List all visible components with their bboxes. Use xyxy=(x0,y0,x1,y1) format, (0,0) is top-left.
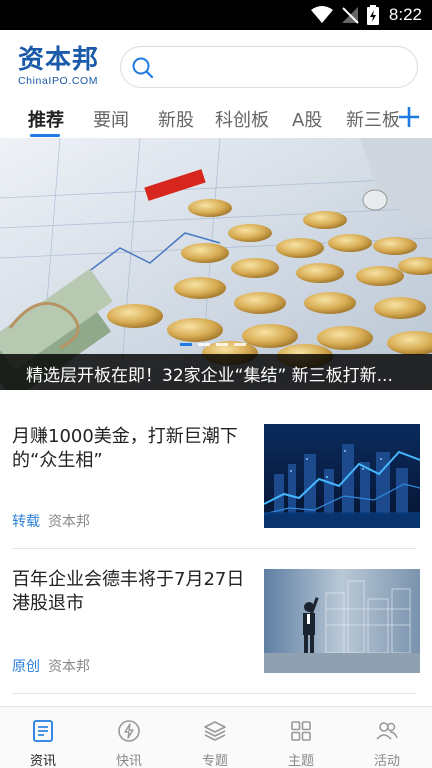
banner-caption: 精选层开板在即！32家企业“集结” 新三板打新... xyxy=(26,366,393,386)
no-signal-icon xyxy=(341,7,359,24)
carousel-dot[interactable] xyxy=(234,343,246,346)
article-title[interactable]: 百年企业会德丰将于7月27日港股退市 xyxy=(12,568,252,616)
banner-carousel[interactable]: 精选层开板在即！32家企业“集结” 新三板打新... xyxy=(0,138,432,390)
article-tag: 原创 xyxy=(12,659,40,675)
tab-star-market[interactable]: 科创板 xyxy=(215,106,269,132)
search-icon xyxy=(132,57,154,79)
nav-news[interactable]: 资讯 xyxy=(0,707,86,768)
carousel-dot[interactable] xyxy=(216,343,228,346)
people-icon xyxy=(376,722,398,740)
tab-a-shares[interactable]: A股 xyxy=(292,106,322,132)
list-item[interactable]: 月赚1000美金，打新巨潮下的“众生相” 转载 资本邦 xyxy=(0,405,432,550)
active-tab-indicator xyxy=(30,134,60,137)
nav-themes[interactable]: 主题 xyxy=(258,707,344,768)
search-input[interactable] xyxy=(165,55,405,79)
search-box[interactable] xyxy=(120,46,418,88)
article-source: 资本邦 xyxy=(48,514,90,530)
app-header: 资本邦 ChinaIPO.COM xyxy=(0,30,432,100)
carousel-dots xyxy=(180,343,246,346)
grid-icon xyxy=(291,721,311,741)
status-bar: 8:22 xyxy=(0,0,432,30)
logo[interactable]: 资本邦 ChinaIPO.COM xyxy=(18,46,108,92)
city-chart-image xyxy=(264,424,420,528)
logo-cn: 资本邦 xyxy=(18,45,100,75)
bottom-navigation: 资讯 快讯 专题 主题 活动 xyxy=(0,706,432,768)
news-icon xyxy=(33,720,53,742)
list-divider xyxy=(12,693,416,694)
tab-new-otc[interactable]: 新三板 xyxy=(346,106,400,132)
layers-icon xyxy=(204,721,226,741)
banner-caption-bar: 精选层开板在即！32家企业“集结” 新三板打新... xyxy=(0,354,432,390)
category-tabs: 推荐 要闻 新股 科创板 A股 新三板 xyxy=(0,100,432,138)
flash-icon xyxy=(118,720,140,742)
businessman-sketch-image xyxy=(264,569,420,673)
nav-flash[interactable]: 快讯 xyxy=(86,707,172,768)
nav-topics[interactable]: 专题 xyxy=(172,707,258,768)
add-tab-icon[interactable] xyxy=(396,101,422,131)
nav-label: 主题 xyxy=(287,754,314,768)
tab-new-shares[interactable]: 新股 xyxy=(158,106,194,132)
logo-en: ChinaIPO.COM xyxy=(18,75,99,87)
article-tag: 转载 xyxy=(12,514,40,530)
list-divider xyxy=(12,548,416,549)
battery-icon xyxy=(366,5,379,25)
article-title[interactable]: 月赚1000美金，打新巨潮下的“众生相” xyxy=(12,425,252,473)
nav-label: 快讯 xyxy=(115,754,142,768)
carousel-dot[interactable] xyxy=(198,343,210,346)
nav-label: 专题 xyxy=(201,754,228,768)
article-thumbnail[interactable] xyxy=(264,569,420,673)
nav-label: 活动 xyxy=(373,754,400,768)
nav-events[interactable]: 活动 xyxy=(344,707,430,768)
banner-image xyxy=(0,138,432,390)
article-thumbnail[interactable] xyxy=(264,424,420,528)
list-item[interactable]: 百年企业会德丰将于7月27日港股退市 原创 资本邦 xyxy=(0,550,432,695)
clock: 8:22 xyxy=(388,5,422,24)
wifi-icon xyxy=(310,6,333,23)
tab-headlines[interactable]: 要闻 xyxy=(93,106,129,132)
carousel-dot[interactable] xyxy=(180,343,192,346)
article-source: 资本邦 xyxy=(48,659,90,675)
nav-label: 资讯 xyxy=(29,754,56,768)
tab-recommend[interactable]: 推荐 xyxy=(28,106,64,132)
